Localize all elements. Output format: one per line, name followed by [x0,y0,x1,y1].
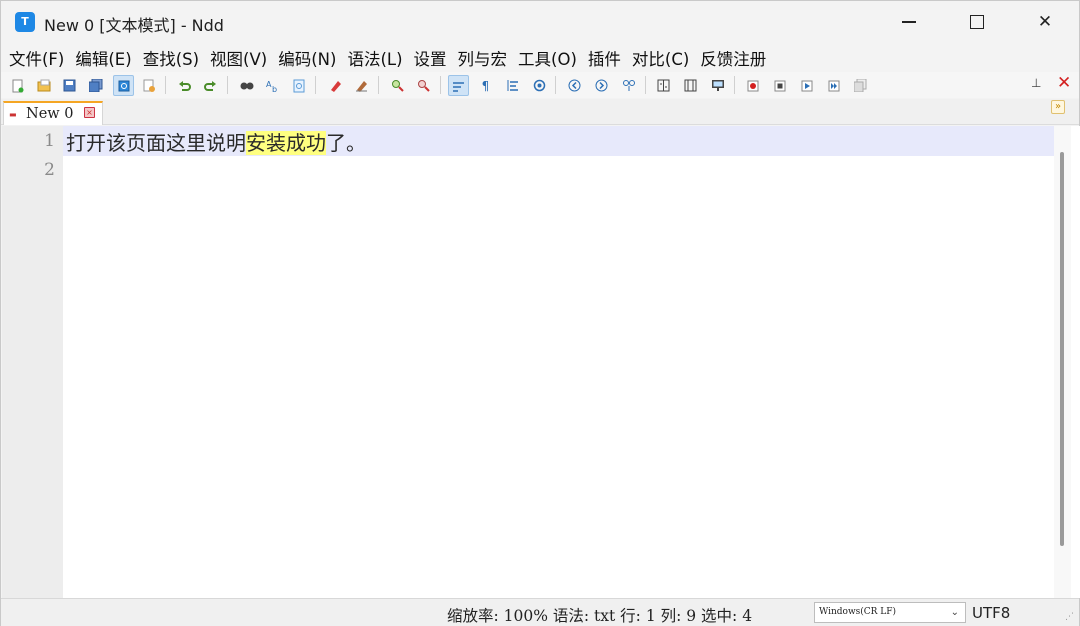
menu-bar: 文件(F) 编辑(E) 查找(S) 视图(V) 编码(N) 语法(L) 设置 列… [1,44,1079,72]
menu-compare[interactable]: 对比(C) [632,46,689,70]
minimize-button[interactable] [875,1,943,43]
encoding-label[interactable]: UTF8 [972,604,1010,622]
focus-icon[interactable] [529,75,550,96]
open-file-icon[interactable] [33,75,54,96]
line-number: 2 [44,160,55,180]
scrollbar-thumb[interactable] [1060,152,1064,546]
show-all-chars-icon[interactable]: ¶ [475,75,496,96]
menu-edit[interactable]: 编辑(E) [75,46,131,70]
toolbar: Ab ¶ ⊥ ✕ [1,72,1079,98]
menu-column-macro[interactable]: 列与宏 [458,46,508,70]
menu-plugins[interactable]: 插件 [588,46,621,70]
next-icon[interactable] [591,75,612,96]
chevron-down-icon: ⌄ [950,607,959,618]
new-file-icon[interactable] [7,75,28,96]
close-icon: ✕ [1037,12,1053,32]
text-editor[interactable]: 1 2 打开该页面这里说明安装成功了。 [2,126,1080,598]
replace-icon[interactable]: Ab [262,75,283,96]
link-icon[interactable] [618,75,639,96]
selected-text: 安装成功 [246,131,326,155]
line-text: 了。 [326,131,366,155]
tab-bar: ▬ New 0 × » [1,99,1079,125]
find-icon[interactable] [236,75,257,96]
compare-icon[interactable] [653,75,674,96]
menu-file[interactable]: 文件(F) [9,46,64,70]
find-in-files-icon[interactable] [288,75,309,96]
tab-label: New 0 [26,106,74,122]
save-icon[interactable] [59,75,80,96]
menu-search[interactable]: 查找(S) [143,46,199,70]
prev-icon[interactable] [564,75,585,96]
title-bar[interactable]: T New 0 [文本模式] - Ndd ✕ [1,1,1079,43]
maximize-icon [970,15,984,29]
unsaved-icon: ▬ [9,110,17,119]
redo-icon[interactable] [200,75,221,96]
zoom-out-icon[interactable] [413,75,434,96]
pin-icon[interactable]: ⊥ [1031,76,1041,90]
close-window-button[interactable]: ✕ [1011,1,1079,43]
compare-dir-icon[interactable] [680,75,701,96]
tab-close-icon[interactable]: × [84,107,95,118]
status-info: 缩放率: 100% 语法: txt 行: 1 列: 9 选中: 4 [447,607,753,625]
minimize-icon [902,21,916,23]
menu-encoding[interactable]: 编码(N) [278,46,336,70]
close-all-icon[interactable] [139,75,160,96]
maximize-button[interactable] [943,1,1011,43]
undo-icon[interactable] [174,75,195,96]
app-icon: T [15,12,35,32]
tab-new-0[interactable]: ▬ New 0 × [3,101,103,125]
stop-macro-icon[interactable] [769,75,790,96]
run-macro-multiple-icon[interactable] [823,75,844,96]
menu-view[interactable]: 视图(V) [210,46,267,70]
menu-language[interactable]: 语法(L) [347,46,402,70]
vertical-scrollbar[interactable] [1054,126,1071,598]
menu-feedback-register[interactable]: 反馈注册 [700,46,766,70]
save-all-icon[interactable] [85,75,106,96]
editor-line-1[interactable]: 打开该页面这里说明安装成功了。 [66,127,366,156]
line-number: 1 [44,131,55,151]
play-macro-icon[interactable] [796,75,817,96]
close-file-icon[interactable] [113,75,134,96]
clear-mark-icon[interactable] [351,75,372,96]
indent-guide-icon[interactable] [502,75,523,96]
line-text: 打开该页面这里说明 [66,131,246,155]
status-bar: 缩放率: 100% 语法: txt 行: 1 列: 9 选中: 4 Window… [1,598,1079,626]
resize-grip-icon[interactable]: ⋰ [1065,612,1074,622]
eol-select[interactable]: Windows(CR LF) ⌄ [814,602,966,623]
svg-text:b: b [272,85,277,92]
eol-value: Windows(CR LF) [819,607,897,617]
mark-icon[interactable] [325,75,346,96]
menu-tools[interactable]: 工具(O) [518,46,577,70]
word-wrap-icon[interactable] [448,75,469,96]
window-title: New 0 [文本模式] - Ndd [44,16,224,35]
zoom-in-icon[interactable] [387,75,408,96]
menu-settings[interactable]: 设置 [414,46,447,70]
chevron-down-icon[interactable]: » [1051,100,1065,114]
record-macro-icon[interactable] [742,75,763,96]
monitor-icon[interactable] [707,75,728,96]
line-number-gutter: 1 2 [2,126,63,598]
app-window: T New 0 [文本模式] - Ndd ✕ 文件(F) 编辑(E) 查找(S)… [0,0,1080,626]
close-doc-icon[interactable]: ✕ [1057,73,1071,93]
save-macro-icon[interactable] [850,75,871,96]
